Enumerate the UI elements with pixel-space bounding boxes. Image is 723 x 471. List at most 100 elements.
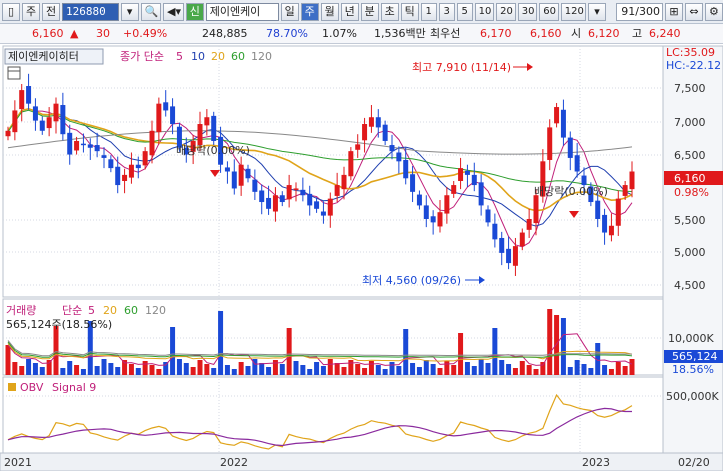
period-week[interactable]: 주 (300, 2, 319, 21)
stock-name-field[interactable]: 제이엔케이 (205, 2, 279, 21)
candle-body (108, 159, 114, 169)
candle-body (533, 195, 539, 224)
volume-bar (499, 360, 505, 375)
volume-bar (471, 366, 477, 375)
price-change: 30 (96, 27, 110, 40)
volume-bar (245, 366, 251, 375)
volume-bar (314, 362, 320, 375)
candle-body (156, 103, 162, 133)
ma5-legend: 5 (176, 50, 183, 63)
candle-body (595, 200, 601, 219)
candle-body (526, 218, 532, 230)
volume-bar (320, 366, 326, 375)
volume-bar (629, 359, 635, 375)
candle-body (327, 198, 333, 216)
price-change-pct: +0.49% (123, 27, 168, 40)
candle-body (615, 198, 621, 226)
stock-code-input[interactable]: 126880 (62, 2, 119, 21)
volume-bar (170, 327, 176, 375)
candle-body (211, 115, 217, 141)
price-tick-6500: 6,500 (674, 149, 706, 162)
period-day[interactable]: 일 (280, 2, 299, 21)
ma20-legend: 20 (211, 50, 225, 63)
x-axis-panel (0, 452, 723, 471)
x-label-2022: 2022 (220, 456, 248, 469)
candle-body (382, 124, 388, 141)
code-dropdown-icon[interactable]: ▾ (120, 2, 139, 21)
chart-menu-icon[interactable]: ▯ (2, 2, 20, 21)
volume-bar (53, 326, 59, 375)
candle-body (272, 195, 278, 212)
calendar-icon[interactable] (7, 66, 21, 80)
volume-bar (327, 359, 333, 375)
candle-body (410, 174, 416, 192)
volume-bar (403, 329, 409, 375)
volume-bar (464, 362, 470, 375)
volume-bar (458, 333, 464, 375)
obv-legend-swatch (8, 383, 16, 391)
sound-icon[interactable]: ◀▾ (163, 2, 184, 21)
volume-bar (334, 363, 340, 375)
prev-button[interactable]: 전 (42, 2, 60, 21)
shin-button[interactable]: 신 (185, 2, 204, 21)
interval-1[interactable]: 1 (420, 2, 437, 21)
interval-dropdown-icon[interactable]: ▾ (588, 2, 607, 21)
candle-body (430, 216, 436, 223)
interval-10[interactable]: 10 (474, 2, 495, 21)
candle-body (574, 155, 580, 172)
volume-bar (519, 361, 525, 375)
candle-body (492, 223, 498, 240)
volume-bar (375, 365, 381, 375)
bar-count-input[interactable]: 91/300 (615, 2, 663, 21)
price-tick-7000: 7,000 (674, 116, 706, 129)
current-price: 6,160 (32, 27, 64, 40)
period-tick[interactable]: 틱 (400, 2, 419, 21)
best-ask-label: 최우선 (430, 27, 461, 40)
price-panel (2, 45, 664, 298)
candle-body (149, 130, 155, 156)
interval-5[interactable]: 5 (456, 2, 473, 21)
settings-icon[interactable]: ⚙ (704, 2, 723, 21)
period-second[interactable]: 초 (380, 2, 399, 21)
price-tick-4500: 4,500 (674, 279, 706, 292)
interval-30[interactable]: 30 (517, 2, 538, 21)
volume-bar (526, 365, 532, 375)
candle-body (115, 166, 121, 186)
high-price: 6,240 (649, 27, 681, 40)
quote-bar: 6,160 ▲ 30 +0.49% 248,885 78.70% 1.07% 1… (0, 24, 723, 44)
search-icon[interactable]: 🔍 (140, 2, 162, 21)
candle-body (238, 164, 244, 186)
interval-120[interactable]: 120 (560, 2, 587, 21)
period-mode-select[interactable]: 주 (22, 2, 40, 21)
high-annotation: 최고 7,910 (11/14) (412, 61, 511, 74)
candle-body (142, 151, 148, 166)
interval-20[interactable]: 20 (496, 2, 516, 21)
candle-body (32, 106, 38, 121)
period-minute[interactable]: 분 (360, 2, 379, 21)
ma120-legend: 120 (251, 50, 272, 63)
candle-body (266, 197, 272, 209)
interval-60[interactable]: 60 (539, 2, 559, 21)
period-month[interactable]: 월 (320, 2, 339, 21)
period-year[interactable]: 년 (340, 2, 359, 21)
ma10-legend: 10 (191, 50, 205, 63)
scale-icon[interactable]: ⊞ (664, 2, 683, 21)
stock-chart[interactable]: 제이엔케이히터 종가 단순 5 10 20 60 120 최고 7,910 (1… (0, 44, 723, 471)
candle-body (286, 185, 292, 200)
candle-body (307, 193, 313, 206)
volume-bar (286, 328, 292, 375)
candle-body (39, 120, 45, 131)
scroll-icon[interactable]: ⇔ (684, 2, 703, 21)
obv-panel (2, 376, 664, 454)
candle-body (581, 175, 587, 186)
pct-tag-text: 0.98% (674, 186, 709, 199)
volume-bar (163, 362, 169, 375)
volume-bar (423, 360, 429, 375)
candle-body (437, 212, 443, 227)
candle-body (416, 194, 422, 206)
candle-body (341, 174, 347, 190)
interval-3[interactable]: 3 (438, 2, 455, 21)
volume-bar (410, 363, 416, 375)
candle-body (478, 182, 484, 206)
volume-bar (238, 362, 244, 375)
